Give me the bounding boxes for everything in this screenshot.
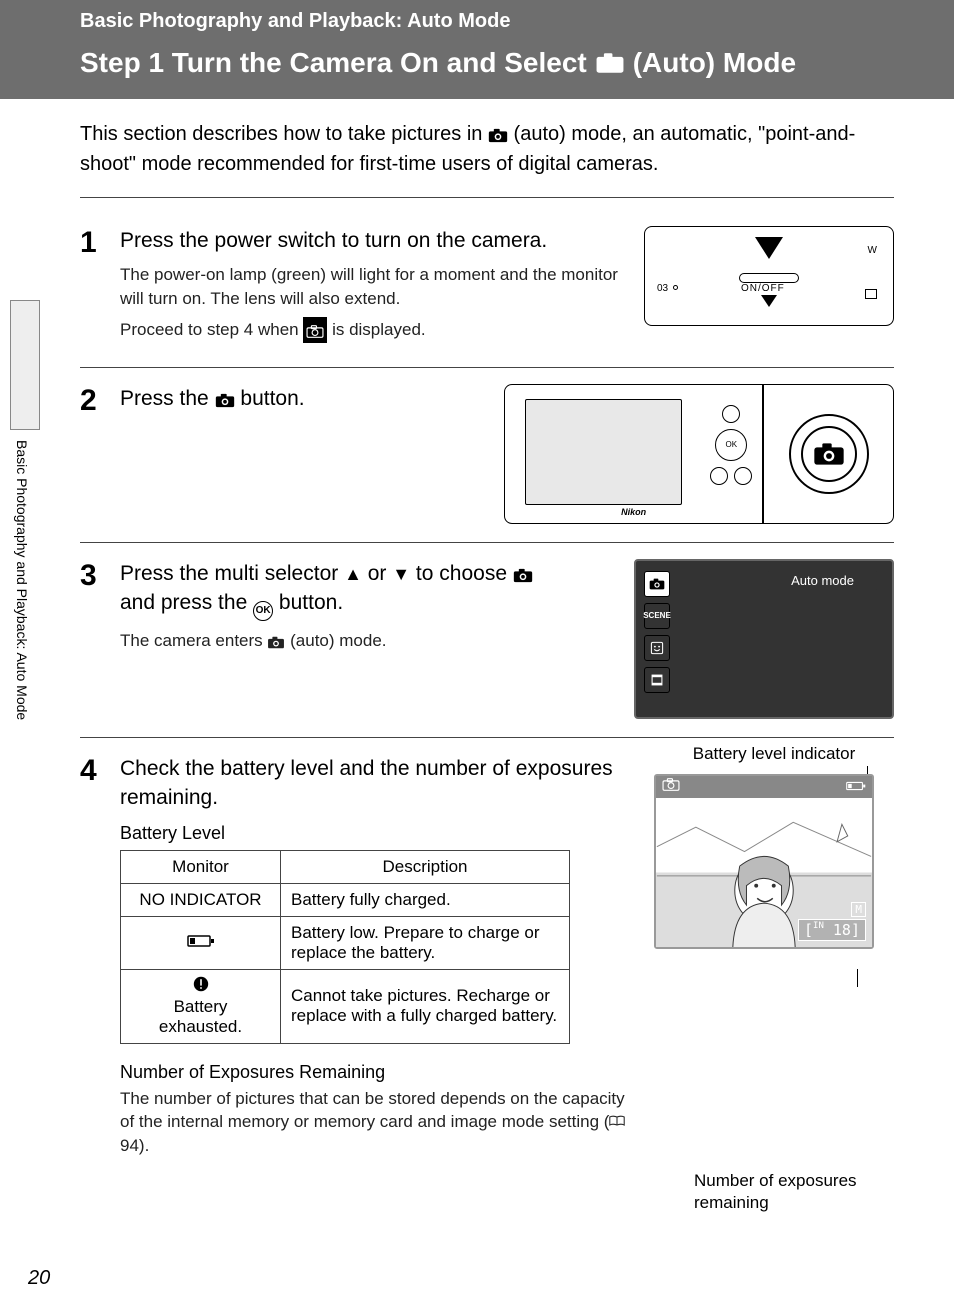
step-1: 1 Press the power switch to turn on the … [80, 216, 894, 368]
movie-mode-icon [644, 667, 670, 693]
intro-text: This section describes how to take pictu… [80, 119, 894, 198]
col-description: Description [281, 850, 570, 883]
ok-dial-icon: OK [715, 429, 747, 461]
camera-icon [267, 631, 285, 650]
exposures-remaining-label: Number of exposures remaining [694, 1170, 857, 1214]
scene-mode-icon: SCENE [644, 603, 670, 629]
camera-icon [215, 387, 235, 410]
step-4: 4 Check the battery level and the number… [80, 744, 894, 1182]
arrow-up-icon: ▲ [344, 564, 362, 584]
exposure-count: [IN 18] [798, 919, 866, 941]
menu-button-icon [710, 467, 728, 485]
page-title: Step 1 Turn the Camera On and Select (Au… [80, 41, 894, 85]
battery-low-icon [121, 916, 281, 969]
page-header: Basic Photography and Playback: Auto Mod… [0, 0, 954, 99]
smile-mode-icon [644, 635, 670, 661]
table-row: Battery exhausted. Cannot take pictures.… [121, 969, 570, 1043]
camera-back-illustration: Nikon OK [504, 384, 894, 524]
step-desc: Proceed to step 4 when is displayed. [120, 317, 626, 343]
mode-button-icon [722, 405, 740, 423]
step-3: 3 Press the multi selector ▲ or ▼ to cho… [80, 549, 894, 738]
step-heading: Press the power switch to turn on the ca… [120, 226, 626, 255]
side-tab: Basic Photography and Playback: Auto Mod… [0, 300, 50, 720]
camera-buttons: OK [710, 405, 752, 485]
step-number: 1 [80, 226, 108, 349]
camera-icon [488, 123, 508, 145]
step-heading: Press the multi selector ▲ or ▼ to choos… [120, 559, 616, 621]
step-2: 2 Press the button. Nikon OK [80, 374, 894, 543]
monitor-preview-illustration: M [IN 18] [654, 774, 874, 949]
mode-menu-illustration: SCENE Auto mode [634, 559, 894, 719]
delete-button-icon [734, 467, 752, 485]
book-icon [609, 1112, 625, 1131]
camera-icon [513, 562, 533, 585]
exposures-subhead: Number of Exposures Remaining [120, 1062, 636, 1083]
nikon-logo: Nikon [621, 507, 646, 517]
section-title: Basic Photography and Playback: Auto Mod… [80, 10, 954, 33]
power-switch-illustration: ON/OFF 03 W [644, 226, 894, 326]
auto-mode-icon [644, 571, 670, 597]
exposures-desc: The number of pictures that can be store… [120, 1087, 636, 1158]
arrow-down-icon [755, 237, 783, 259]
warning-icon [193, 977, 209, 996]
col-monitor: Monitor [121, 850, 281, 883]
step-number: 3 [80, 559, 108, 719]
side-tab-label: Basic Photography and Playback: Auto Mod… [14, 440, 30, 720]
battery-indicator-label: Battery level indicator [654, 744, 894, 764]
battery-icon [846, 778, 866, 796]
step-number: 4 [80, 754, 108, 1164]
mode-indicator: M [851, 902, 866, 917]
battery-level-subhead: Battery Level [120, 823, 636, 844]
step-desc: The power-on lamp (green) will light for… [120, 263, 626, 311]
step-desc: The camera enters (auto) mode. [120, 629, 616, 653]
step-heading: Press the button. [120, 384, 486, 413]
camera-icon [595, 52, 625, 74]
camera-icon [662, 778, 680, 796]
battery-level-table: Monitor Description NO INDICATOR Battery… [120, 850, 570, 1044]
step-number: 2 [80, 384, 108, 524]
ok-button-icon: OK [253, 601, 273, 621]
arrow-down-icon: ▼ [392, 564, 410, 584]
page-number: 20 [28, 1267, 50, 1290]
arrow-down-icon [761, 295, 777, 307]
mode-label: Auto mode [767, 571, 878, 590]
step-heading: Check the battery level and the number o… [120, 754, 636, 813]
table-row: Battery low. Prepare to charge or replac… [121, 916, 570, 969]
camera-icon [303, 317, 327, 343]
table-row: NO INDICATOR Battery fully charged. [121, 883, 570, 916]
mode-button-zoom-icon [789, 414, 869, 494]
